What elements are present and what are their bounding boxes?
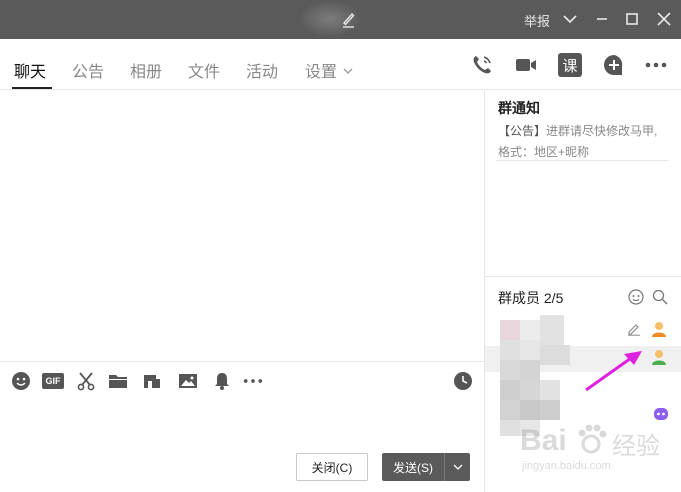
tab-album[interactable]: 相册 (130, 58, 162, 82)
chevron-down-icon (453, 464, 462, 470)
member-name-blurred (520, 320, 540, 340)
avatar-icon[interactable] (650, 348, 668, 366)
scissors-icon[interactable] (76, 371, 96, 391)
paw-icon (578, 424, 607, 454)
bell-icon[interactable] (212, 371, 232, 391)
more-icon[interactable] (243, 371, 263, 391)
phone-icon[interactable] (470, 53, 494, 77)
close-icon[interactable] (654, 9, 674, 29)
gif-icon[interactable]: GIF (42, 373, 64, 389)
edit-icon[interactable] (627, 322, 641, 336)
send-options-dropdown[interactable] (445, 464, 470, 471)
input-divider (0, 361, 484, 362)
member-name-blurred (520, 420, 540, 436)
screenshot-icon[interactable] (142, 371, 162, 391)
send-button[interactable]: 发送(S) (382, 453, 470, 481)
notice-divider (496, 160, 668, 161)
group-notice-line-1[interactable]: 【公告】进群请尽快修改马甲, (498, 122, 657, 139)
tab-files[interactable]: 文件 (188, 58, 220, 82)
member-avatar-blurred (500, 320, 520, 340)
minimize-icon[interactable] (592, 9, 612, 29)
member-name-blurred (540, 345, 570, 365)
notice-text-1: 进群请尽快修改马甲, (546, 124, 658, 138)
tab-settings[interactable]: 设置 (305, 58, 353, 82)
members-divider (485, 276, 681, 277)
title-bar: 举报 (0, 0, 681, 39)
member-name-blurred (540, 380, 560, 400)
watermark-cn: 经验 (612, 433, 660, 460)
chevron-down-icon[interactable] (560, 9, 580, 29)
emoji-icon[interactable] (11, 371, 31, 391)
close-button[interactable]: 关闭(C) (296, 453, 368, 481)
member-name-blurred (520, 360, 540, 380)
bot-avatar-icon[interactable] (652, 405, 670, 423)
members-title: 群成员 2/5 (498, 290, 564, 306)
report-link[interactable]: 举报 (524, 11, 550, 30)
member-avatar-blurred (500, 380, 520, 400)
edit-icon[interactable] (340, 9, 356, 29)
member-avatar-blurred (500, 400, 520, 420)
member-avatar-blurred (500, 360, 520, 380)
group-notice-title: 群通知 (498, 100, 540, 116)
annotation-arrow (585, 351, 642, 392)
tab-announcement[interactable]: 公告 (72, 58, 104, 82)
add-app-icon[interactable] (602, 53, 626, 77)
member-name-blurred (520, 400, 540, 420)
chevron-down-icon (343, 68, 353, 74)
member-avatar-blurred (500, 420, 520, 436)
tab-bar: 聊天 公告 相册 文件 活动 设置 课 (0, 39, 681, 90)
send-button-label: 发送(S) (393, 460, 433, 475)
watermark-url: jingyan.baidu.com (522, 460, 611, 472)
tab-chat[interactable]: 聊天 (14, 58, 46, 82)
history-clock-icon[interactable] (453, 371, 473, 391)
face-icon[interactable] (628, 289, 644, 305)
folder-icon[interactable] (108, 371, 128, 391)
member-name-blurred (540, 400, 560, 420)
member-name-blurred (540, 315, 564, 345)
member-name-blurred (520, 340, 540, 360)
avatar-icon[interactable] (650, 320, 668, 338)
panel-divider (484, 91, 485, 492)
image-icon[interactable] (178, 371, 198, 391)
video-icon[interactable] (514, 53, 538, 77)
notice-tag: 【公告】 (498, 124, 547, 138)
class-icon[interactable]: 课 (558, 53, 582, 77)
tab-settings-label: 设置 (305, 64, 338, 81)
search-icon[interactable] (652, 289, 668, 305)
more-icon[interactable] (644, 53, 668, 77)
maximize-icon[interactable] (622, 9, 642, 29)
tab-activity[interactable]: 活动 (246, 58, 278, 82)
member-avatar-blurred (500, 340, 520, 360)
member-name-blurred (520, 380, 540, 400)
message-area[interactable] (0, 91, 484, 361)
active-tab-indicator (12, 87, 52, 89)
group-notice-line-2[interactable]: 格式：地区+昵称 (498, 143, 589, 160)
message-input[interactable] (0, 394, 484, 444)
